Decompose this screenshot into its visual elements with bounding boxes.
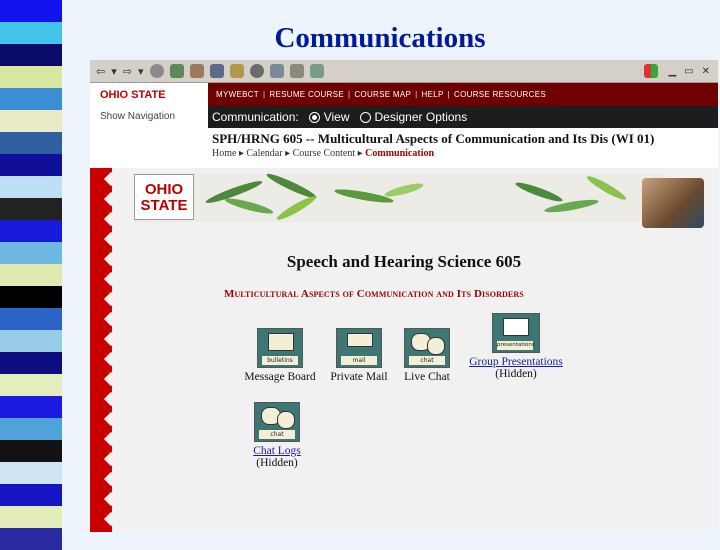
tool-label[interactable]: Live Chat — [396, 371, 458, 383]
people-photo — [642, 178, 704, 228]
home-icon[interactable] — [189, 64, 204, 78]
slide-title: Communications — [274, 22, 486, 54]
nav-separator: | — [447, 90, 451, 99]
tool-label[interactable]: Message Board — [238, 371, 322, 383]
tool-label[interactable]: Private Mail — [318, 371, 400, 383]
logo-line-2: STATE — [140, 197, 188, 214]
browser-toolbar: ⇦ ▾ ⇨ ▾ ▁ ▭ ✕ — [90, 60, 718, 83]
nav-item-mywebct[interactable]: MYWEBCT — [216, 90, 259, 99]
favorites-icon[interactable] — [229, 64, 244, 78]
leaf-decoration — [383, 180, 425, 200]
nav-separator: | — [415, 90, 418, 99]
ohio-state-logo: OHIO STATE — [134, 174, 194, 220]
discuss-icon[interactable] — [309, 64, 324, 78]
icon-caption: bulletins — [262, 356, 298, 365]
nav-separator: | — [263, 90, 266, 99]
tool-group-presentations[interactable]: presentations Group Presentations (Hidde… — [462, 313, 570, 380]
course-header: OHIO STATE Show Navigation MYWEBCT | RES… — [90, 83, 718, 128]
history-icon[interactable] — [249, 64, 264, 78]
browser-screenshot: ⇦ ▾ ⇨ ▾ ▁ ▭ ✕ OHIO STATE Show Navigation… — [90, 60, 718, 532]
breadcrumb-home[interactable]: Home — [212, 148, 236, 159]
chat-bubbles-icon[interactable]: chat — [404, 328, 450, 368]
decorative-border — [90, 168, 119, 532]
view-radio[interactable] — [308, 111, 320, 123]
back-icon[interactable]: ⇦ — [96, 65, 105, 78]
forward-dropdown-icon[interactable]: ▾ — [138, 65, 144, 78]
nav-separator: | — [347, 90, 351, 99]
windows-logo-icon — [644, 64, 659, 78]
course-banner: OHIO STATE — [134, 170, 704, 228]
course-title: SPH/HRNG 605 -- Multicultural Aspects of… — [212, 131, 655, 146]
tool-private-mail[interactable]: mail Private Mail — [318, 328, 400, 383]
top-navigation: MYWEBCT | RESUME COURSE | COURSE MAP | H… — [208, 83, 718, 106]
icon-caption: chat — [409, 356, 445, 365]
tool-live-chat[interactable]: chat Live Chat — [396, 328, 458, 383]
mail-icon[interactable]: mail — [336, 328, 382, 368]
tool-chat-logs[interactable]: chat Chat Logs (Hidden) — [236, 402, 318, 469]
nav-item-help[interactable]: HELP — [422, 90, 444, 99]
icon-caption: chat — [259, 430, 295, 439]
minimize-icon[interactable]: ▁ — [668, 66, 676, 77]
chat-logs-icon[interactable]: chat — [254, 402, 300, 442]
designer-options-label: Designer Options — [374, 110, 468, 124]
breadcrumb-communication: Communication — [365, 148, 435, 159]
back-dropdown-icon[interactable]: ▾ — [111, 65, 117, 78]
bulletin-board-icon[interactable]: bulletins — [257, 328, 303, 368]
icon-caption: mail — [341, 356, 377, 365]
breadcrumb-separator: ▸ — [285, 148, 291, 159]
search-icon[interactable] — [209, 64, 224, 78]
decorative-stripe — [0, 0, 62, 550]
breadcrumb-separator: ▸ — [357, 148, 363, 159]
close-icon[interactable]: ✕ — [702, 66, 710, 77]
breadcrumb-calendar[interactable]: Calendar — [246, 148, 282, 159]
mode-bar: Communication: View Designer Options — [208, 106, 718, 128]
print-icon[interactable] — [289, 64, 304, 78]
brand-box: OHIO STATE Show Navigation — [90, 83, 208, 128]
tool-message-board[interactable]: bulletins Message Board — [238, 328, 322, 383]
course-title-bar: SPH/HRNG 605 -- Multicultural Aspects of… — [90, 128, 718, 168]
nav-item-resume-course[interactable]: RESUME COURSE — [269, 90, 344, 99]
tool-label[interactable]: Group Presentations — [462, 356, 570, 368]
content-page: OHIO STATE Speech and Hearing Science 60… — [90, 168, 718, 532]
leaf-decoration — [585, 173, 628, 203]
hidden-status: (Hidden) — [256, 457, 298, 469]
mode-label: Communication: — [212, 110, 299, 124]
breadcrumb: Home ▸ Calendar ▸ Course Content ▸ Commu… — [212, 148, 434, 159]
brand-label: OHIO STATE — [100, 89, 166, 101]
nav-item-course-resources[interactable]: COURSE RESOURCES — [454, 90, 546, 99]
refresh-icon[interactable] — [169, 64, 184, 78]
hidden-status: (Hidden) — [495, 368, 537, 380]
view-label: View — [323, 110, 350, 124]
leaf-decoration — [223, 195, 275, 217]
stop-icon[interactable] — [149, 64, 164, 78]
breadcrumb-course-content[interactable]: Course Content — [293, 148, 356, 159]
nav-item-course-map[interactable]: COURSE MAP — [354, 90, 411, 99]
mail-icon[interactable] — [269, 64, 284, 78]
maximize-icon[interactable]: ▭ — [684, 66, 693, 77]
page-heading: Speech and Hearing Science 605 — [286, 252, 522, 271]
logo-line-1: OHIO — [144, 181, 184, 198]
page-subheading: Multicultural Aspects of Communication a… — [224, 288, 524, 300]
leaf-decoration — [514, 179, 564, 205]
icon-caption: presentations — [497, 341, 535, 350]
show-navigation-link[interactable]: Show Navigation — [100, 111, 175, 122]
designer-options-radio[interactable] — [359, 111, 371, 123]
forward-icon[interactable]: ⇨ — [123, 65, 132, 78]
tool-label[interactable]: Chat Logs — [236, 445, 318, 457]
presentation-icon[interactable]: presentations — [492, 313, 540, 353]
breadcrumb-separator: ▸ — [238, 148, 244, 159]
leaf-decoration — [275, 193, 318, 223]
